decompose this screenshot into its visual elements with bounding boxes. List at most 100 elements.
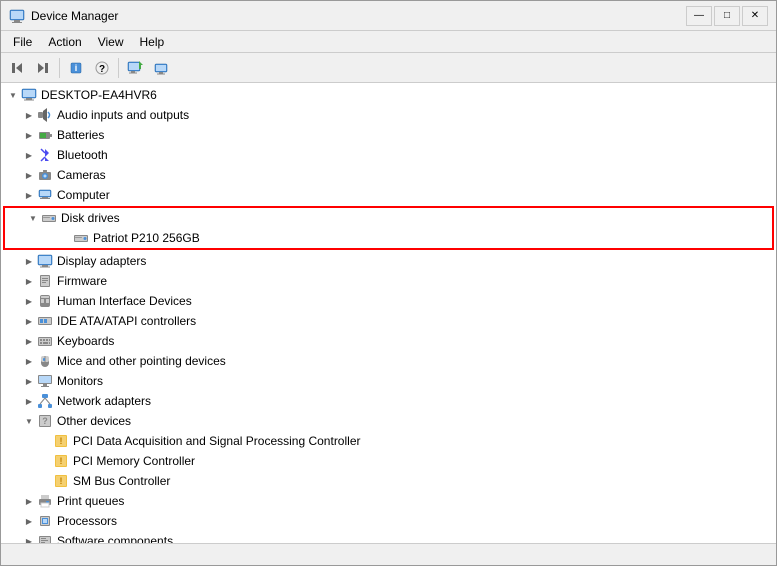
- other-label: Other devices: [57, 414, 131, 428]
- software-comp-label: Software components: [57, 534, 173, 543]
- menu-file[interactable]: File: [5, 33, 40, 51]
- tree-item-computer[interactable]: ▶ Computer: [1, 185, 776, 205]
- batteries-expand-icon: ▶: [21, 127, 37, 143]
- pci1-label: PCI Data Acquisition and Signal Processi…: [73, 434, 360, 448]
- ide-icon: [37, 313, 53, 329]
- root-expand-icon: ▼: [5, 87, 21, 103]
- back-button[interactable]: [5, 56, 29, 80]
- firmware-expand-icon: ▶: [21, 273, 37, 289]
- pci2-expand-icon: [37, 453, 53, 469]
- tree-item-smbus[interactable]: ! SM Bus Controller: [1, 471, 776, 491]
- keyboards-label: Keyboards: [57, 334, 114, 348]
- svg-text:!: !: [60, 456, 63, 466]
- main-content: ▼ DESKTOP-EA4HVR6 ▶: [1, 83, 776, 543]
- firmware-icon: [37, 273, 53, 289]
- tree-item-mice[interactable]: ▶ Mice and other pointing devices: [1, 351, 776, 371]
- network-icon: [37, 393, 53, 409]
- mice-icon: [37, 353, 53, 369]
- svg-text:?: ?: [42, 416, 48, 426]
- tree-item-diskdrives[interactable]: ▼ Disk drives: [5, 208, 772, 228]
- tree-item-monitors[interactable]: ▶ Monitors: [1, 371, 776, 391]
- cameras-expand-icon: ▶: [21, 167, 37, 183]
- window-controls: — □ ✕: [686, 6, 768, 26]
- software-comp-expand-icon: ▶: [21, 533, 37, 543]
- network-expand-icon: ▶: [21, 393, 37, 409]
- menu-view[interactable]: View: [90, 33, 132, 51]
- tree-root[interactable]: ▼ DESKTOP-EA4HVR6: [1, 85, 776, 105]
- tree-item-bluetooth[interactable]: ▶ Bluetooth: [1, 145, 776, 165]
- tree-item-software-comp[interactable]: ▶ Software components: [1, 531, 776, 543]
- tree-item-keyboards[interactable]: ▶ Keyboards: [1, 331, 776, 351]
- properties-button[interactable]: i: [64, 56, 88, 80]
- pci2-label: PCI Memory Controller: [73, 454, 195, 468]
- menu-help[interactable]: Help: [132, 33, 173, 51]
- firmware-label: Firmware: [57, 274, 107, 288]
- tree-item-firmware[interactable]: ▶ Firmware: [1, 271, 776, 291]
- close-button[interactable]: ✕: [742, 6, 768, 26]
- toolbar-separator-1: [59, 58, 60, 78]
- hid-icon: [37, 293, 53, 309]
- tree-item-batteries[interactable]: ▶ Batteries: [1, 125, 776, 145]
- patriot-expand-icon: [57, 230, 73, 246]
- tree-item-other[interactable]: ▼ ? Other devices: [1, 411, 776, 431]
- keyboards-expand-icon: ▶: [21, 333, 37, 349]
- tree-item-pci1[interactable]: ! PCI Data Acquisition and Signal Proces…: [1, 431, 776, 451]
- tree-item-processors[interactable]: ▶ Processors: [1, 511, 776, 531]
- tree-item-pci2[interactable]: ! PCI Memory Controller: [1, 451, 776, 471]
- monitors-icon: [37, 373, 53, 389]
- audio-expand-icon: ▶: [21, 107, 37, 123]
- batteries-label: Batteries: [57, 128, 104, 142]
- menu-action[interactable]: Action: [40, 33, 89, 51]
- processors-icon: [37, 513, 53, 529]
- tree-item-cameras[interactable]: ▶ Cameras: [1, 165, 776, 185]
- bluetooth-icon: [37, 147, 53, 163]
- hid-label: Human Interface Devices: [57, 294, 192, 308]
- help-button[interactable]: ?: [90, 56, 114, 80]
- tree-item-print[interactable]: ▶ Print queues: [1, 491, 776, 511]
- title-bar: Device Manager — □ ✕: [1, 1, 776, 31]
- device-manager-window: Device Manager — □ ✕ File Action View He…: [0, 0, 777, 566]
- smbus-icon: !: [53, 473, 69, 489]
- update-driver-button[interactable]: [149, 56, 173, 80]
- cameras-icon: [37, 167, 53, 183]
- window-title: Device Manager: [31, 9, 686, 23]
- tree-item-display[interactable]: ▶ Display adapters: [1, 251, 776, 271]
- tree-item-audio[interactable]: ▶ Audio inputs and outputs: [1, 105, 776, 125]
- scan-button[interactable]: [123, 56, 147, 80]
- root-label: DESKTOP-EA4HVR6: [41, 88, 157, 102]
- computer-device-icon: [37, 187, 53, 203]
- svg-text:!: !: [60, 436, 63, 446]
- minimize-button[interactable]: —: [686, 6, 712, 26]
- hid-expand-icon: ▶: [21, 293, 37, 309]
- smbus-label: SM Bus Controller: [73, 474, 170, 488]
- processors-expand-icon: ▶: [21, 513, 37, 529]
- app-icon: [9, 8, 25, 24]
- tree-item-hid[interactable]: ▶ Human Interface Devices: [1, 291, 776, 311]
- pci1-icon: !: [53, 433, 69, 449]
- monitors-expand-icon: ▶: [21, 373, 37, 389]
- patriot-icon: [73, 230, 89, 246]
- diskdrives-expand-icon: ▼: [25, 210, 41, 226]
- print-label: Print queues: [57, 494, 124, 508]
- ide-label: IDE ATA/ATAPI controllers: [57, 314, 196, 328]
- maximize-button[interactable]: □: [714, 6, 740, 26]
- disk-drives-highlight: ▼ Disk drives: [3, 206, 774, 250]
- status-bar: [1, 543, 776, 565]
- bluetooth-expand-icon: ▶: [21, 147, 37, 163]
- network-label: Network adapters: [57, 394, 151, 408]
- software-comp-icon: [37, 533, 53, 543]
- tree-view[interactable]: ▼ DESKTOP-EA4HVR6 ▶: [1, 83, 776, 543]
- tree-item-ide[interactable]: ▶ IDE ATA/ATAPI controllers: [1, 311, 776, 331]
- computer-icon: [21, 87, 37, 103]
- bluetooth-label: Bluetooth: [57, 148, 108, 162]
- patriot-label: Patriot P210 256GB: [93, 231, 200, 245]
- tree-item-patriot[interactable]: Patriot P210 256GB: [5, 228, 772, 248]
- svg-text:i: i: [75, 63, 78, 73]
- smbus-expand-icon: [37, 473, 53, 489]
- other-icon: ?: [37, 413, 53, 429]
- tree-item-network[interactable]: ▶ Network adapters: [1, 391, 776, 411]
- audio-label: Audio inputs and outputs: [57, 108, 189, 122]
- computer-expand-icon: ▶: [21, 187, 37, 203]
- forward-button[interactable]: [31, 56, 55, 80]
- batteries-icon: [37, 127, 53, 143]
